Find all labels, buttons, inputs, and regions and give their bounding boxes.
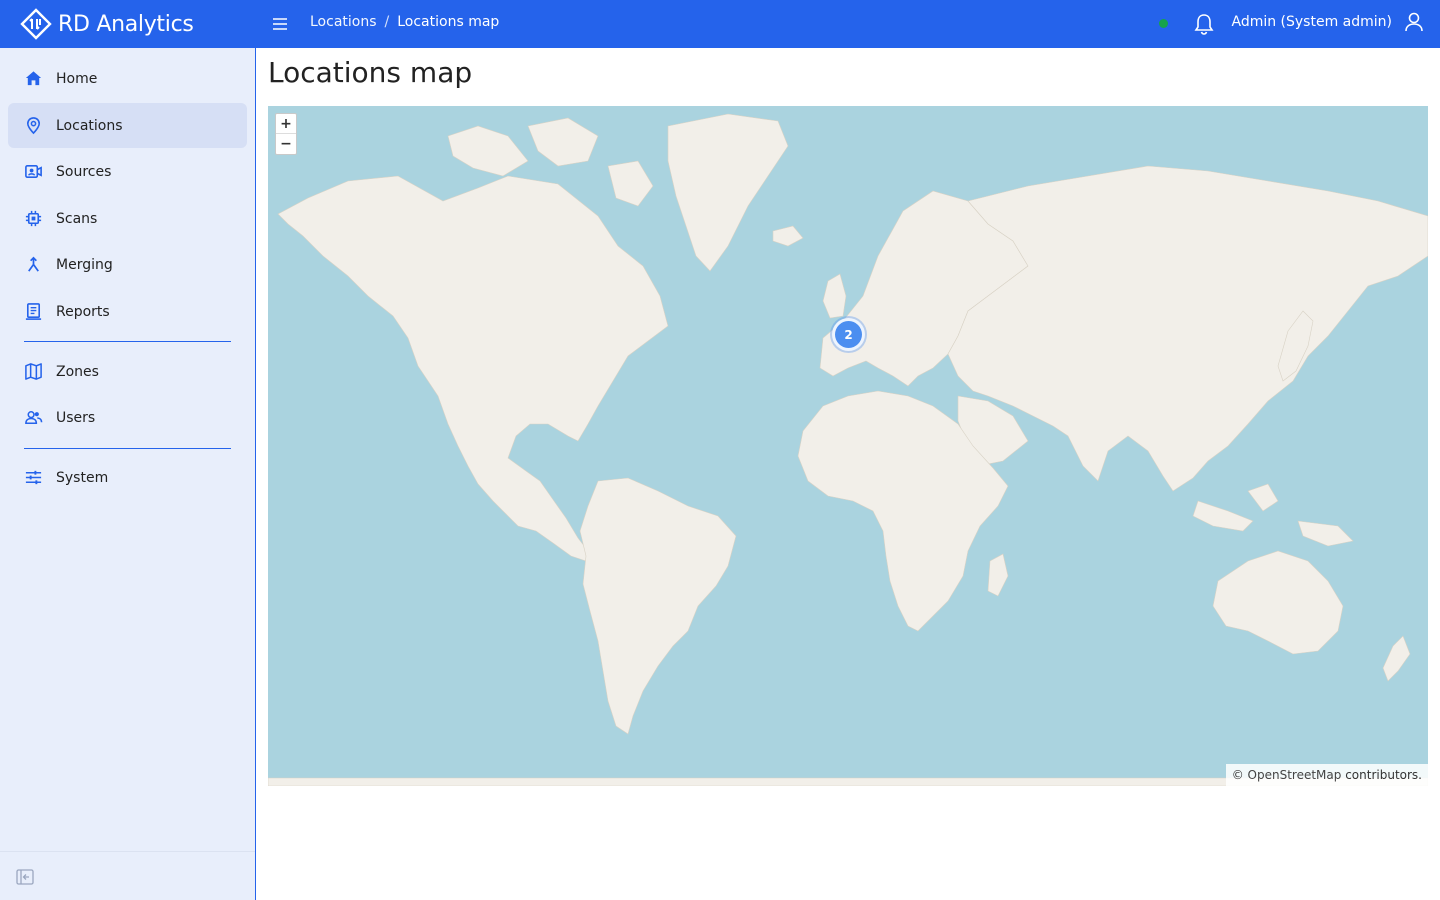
breadcrumb-separator: / — [384, 14, 390, 30]
map-fold-icon — [24, 362, 43, 381]
bell-icon[interactable] — [1193, 12, 1215, 36]
user-menu[interactable]: Admin (System admin) — [1231, 10, 1426, 34]
sidebar-divider — [24, 448, 231, 449]
users-icon — [24, 408, 43, 427]
sidebar-item-label: Merging — [56, 256, 113, 273]
top-bar: RD Analytics Locations / Locations map A… — [0, 0, 1440, 48]
breadcrumb: Locations / Locations map — [310, 14, 499, 30]
world-map-tiles — [268, 113, 1428, 786]
zoom-in-button[interactable]: + — [276, 114, 296, 134]
sidebar-item-users[interactable]: Users — [8, 395, 247, 440]
sidebar-item-system[interactable]: System — [8, 455, 247, 500]
sidebar-item-label: Locations — [56, 117, 123, 134]
sidebar: Home Locations Sources Scans Merging Rep… — [0, 48, 256, 900]
collapse-sidebar-icon[interactable] — [16, 868, 34, 886]
camera-source-icon — [24, 162, 43, 181]
breadcrumb-current: Locations map — [397, 14, 500, 30]
attribution-suffix: contributors. — [1345, 768, 1422, 782]
map-attribution: © OpenStreetMap contributors. — [1225, 764, 1428, 786]
connection-status-indicator — [1159, 19, 1168, 28]
user-label: Admin (System admin) — [1231, 14, 1392, 30]
sidebar-item-label: Users — [56, 409, 96, 426]
sidebar-item-locations[interactable]: Locations — [8, 103, 247, 148]
brand-logo-link[interactable]: RD Analytics — [20, 8, 194, 40]
user-icon — [1405, 12, 1423, 32]
sidebar-item-label: Home — [56, 70, 98, 87]
sidebar-item-merging[interactable]: Merging — [8, 242, 247, 287]
sliders-icon — [24, 468, 43, 487]
sidebar-item-label: System — [56, 469, 109, 486]
location-cluster-marker[interactable]: 2 — [832, 318, 865, 351]
sidebar-item-label: Scans — [56, 210, 98, 227]
sidebar-item-reports[interactable]: Reports — [8, 289, 247, 334]
sidebar-item-label: Zones — [56, 363, 99, 380]
zoom-control: + − — [275, 113, 297, 155]
home-icon — [24, 69, 43, 88]
sidebar-item-sources[interactable]: Sources — [8, 149, 247, 194]
sidebar-item-label: Reports — [56, 303, 110, 320]
openstreetmap-link[interactable]: OpenStreetMap — [1248, 768, 1342, 782]
page-title: Locations map — [268, 56, 473, 89]
sidebar-footer — [0, 851, 255, 900]
locations-map[interactable]: + − 2 © OpenStreetMap contributors. — [268, 106, 1428, 786]
chip-icon — [24, 209, 43, 228]
merge-arrow-icon — [24, 255, 43, 274]
attribution-copyright: © — [1231, 768, 1244, 782]
sidebar-divider — [24, 341, 231, 342]
zoom-out-button[interactable]: − — [276, 134, 296, 154]
hamburger-menu-icon[interactable] — [270, 14, 290, 34]
app-name: RD Analytics — [58, 11, 194, 37]
map-pin-icon — [24, 116, 43, 135]
report-icon — [24, 302, 43, 321]
sidebar-item-zones[interactable]: Zones — [8, 349, 247, 394]
brand-diamond-icon — [20, 8, 52, 40]
sidebar-item-label: Sources — [56, 163, 112, 180]
breadcrumb-locations-link[interactable]: Locations — [310, 14, 377, 30]
sidebar-item-home[interactable]: Home — [8, 56, 247, 101]
sidebar-item-scans[interactable]: Scans — [8, 196, 247, 241]
